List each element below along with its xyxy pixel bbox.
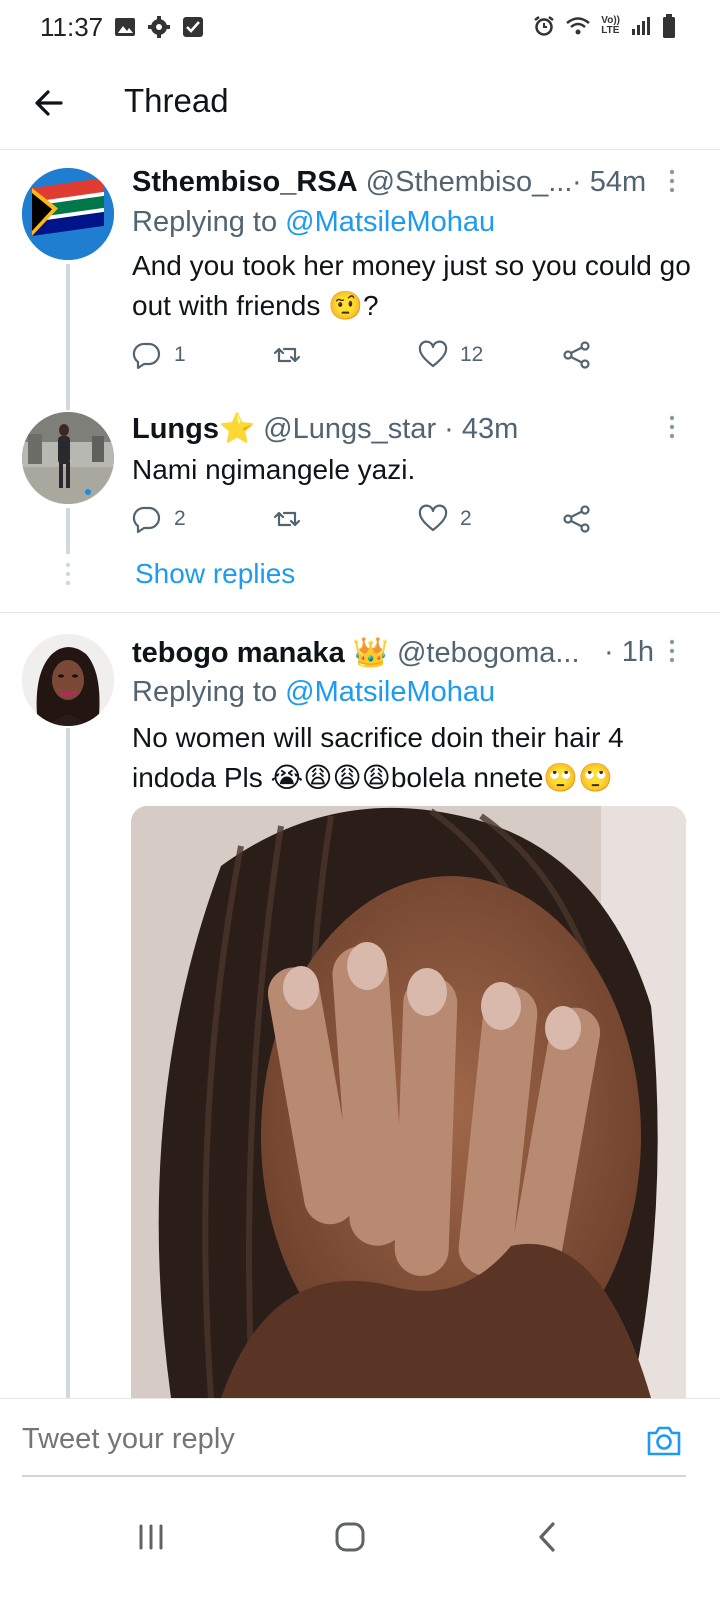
volte-icon: Vo)) LTE [601, 15, 620, 36]
input-underline [22, 1475, 686, 1477]
user-handle[interactable]: @Sthembiso_... [366, 166, 573, 198]
tweet-actions: 1 12 [132, 340, 602, 376]
mention-link[interactable]: @MatsileMohau [285, 206, 495, 238]
system-nav-bar [0, 1490, 720, 1600]
page-title: Thread [124, 82, 229, 119]
retweet-icon [273, 511, 301, 527]
tweet-text: No women will sacrifice doin their hair … [132, 722, 624, 793]
show-replies-link[interactable]: Show replies [135, 558, 295, 590]
reply-button[interactable]: 2 [132, 504, 186, 534]
more-options-icon[interactable] [662, 636, 682, 666]
like-count: 12 [460, 343, 484, 366]
tweet-text: And you took her money just so you could… [132, 250, 691, 321]
share-icon [563, 341, 590, 369]
thread-connector [66, 264, 70, 410]
back-arrow-icon[interactable] [28, 82, 70, 124]
display-name[interactable]: tebogo manaka 👑 [132, 637, 389, 669]
user-handle[interactable]: @Lungs_star · 43m [263, 413, 518, 445]
status-time: 11:37 [40, 12, 104, 42]
battery-icon [663, 14, 675, 38]
reply-composer [0, 1398, 720, 1478]
like-button[interactable]: 2 [418, 504, 472, 534]
reply-count: 1 [174, 343, 186, 366]
status-bar: 11:37 Vo)) LTE [0, 0, 720, 56]
image-icon [115, 18, 135, 36]
tweet-tebogo[interactable]: tebogo manaka 👑 @tebogoma... · 1h Replyi… [0, 614, 720, 1398]
more-options-icon[interactable] [662, 166, 682, 196]
tweet-actions: 2 2 [132, 504, 602, 540]
tweet-time: · 1h [604, 636, 654, 668]
user-handle[interactable]: @tebogoma... [397, 637, 580, 669]
tweet-time: · 54m [572, 166, 647, 198]
reply-count: 2 [174, 507, 186, 530]
gear-icon [148, 16, 170, 38]
replying-to: Replying to @MatsileMohau [132, 676, 496, 708]
share-icon [563, 505, 590, 533]
reply-button[interactable]: 1 [132, 340, 186, 370]
top-app-bar: Thread [0, 56, 720, 150]
like-button[interactable]: 12 [418, 340, 483, 370]
thread-connector [66, 508, 70, 554]
avatar[interactable] [22, 412, 114, 504]
display-name[interactable]: Sthembiso_RSA [132, 166, 358, 198]
recent-apps-icon[interactable] [126, 1512, 176, 1562]
retweet-button[interactable] [272, 504, 314, 534]
avatar[interactable] [22, 634, 114, 726]
like-count: 2 [460, 507, 472, 530]
wifi-icon [566, 17, 591, 35]
checkbox-icon [183, 17, 203, 37]
heart-icon [418, 504, 448, 532]
share-button[interactable] [562, 504, 592, 534]
replying-to: Replying to @MatsileMohau [132, 206, 496, 238]
reply-input[interactable] [22, 1423, 582, 1456]
heart-icon [418, 340, 448, 368]
tweet-lungs[interactable]: Lungs⭐ @Lungs_star · 43m Nami ngimangele… [0, 410, 720, 612]
signal-icon [632, 17, 650, 35]
share-button[interactable] [562, 340, 592, 370]
camera-icon[interactable] [644, 1421, 684, 1461]
alarm-icon [534, 16, 555, 36]
tweet-media-image[interactable] [131, 806, 686, 1398]
section-divider [0, 612, 720, 613]
reply-icon [132, 342, 161, 370]
thread-connector [66, 728, 70, 1398]
back-nav-icon[interactable] [523, 1512, 573, 1562]
reply-icon [132, 506, 161, 534]
thread-more-dots [65, 562, 71, 586]
more-options-icon[interactable] [662, 412, 682, 442]
tweet-sthembiso[interactable]: Sthembiso_RSA @Sthembiso_... · 54m Reply… [0, 150, 720, 410]
display-name[interactable]: Lungs⭐ [132, 413, 255, 445]
home-icon[interactable] [325, 1512, 375, 1562]
mention-link[interactable]: @MatsileMohau [285, 676, 495, 708]
retweet-icon [273, 347, 301, 363]
tweet-text: Nami ngimangele yazi. [132, 454, 416, 485]
retweet-button[interactable] [272, 340, 314, 370]
avatar[interactable] [22, 168, 114, 260]
